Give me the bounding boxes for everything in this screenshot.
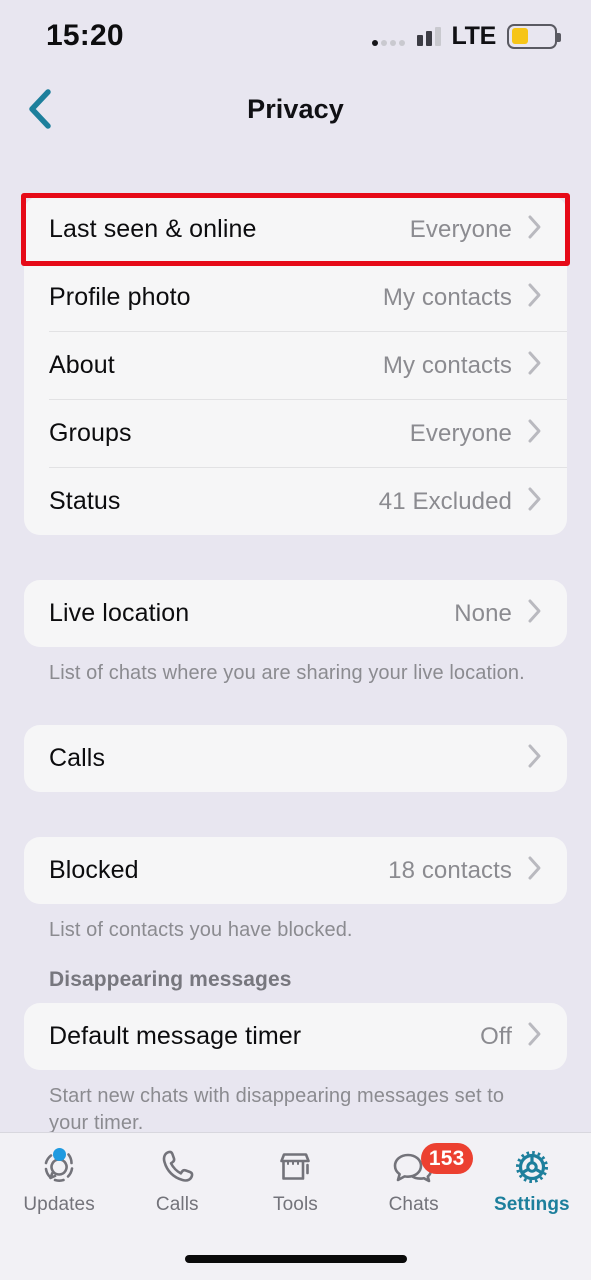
row-live-location[interactable]: Live location None [24,580,567,647]
tab-label: Calls [155,1194,199,1215]
section-disappearing-messages: Default message timer Off [24,1003,567,1070]
row-label: Last seen & online [49,215,257,243]
row-value: My contacts [382,351,512,379]
chevron-right-icon [527,486,543,517]
status-indicators: LTE [371,21,561,51]
phone-icon [156,1144,198,1190]
cellular-signal-icon [371,26,405,46]
row-label: Default message timer [49,1022,302,1050]
chevron-right-icon [527,855,543,886]
tab-calls[interactable]: Calls [121,1144,233,1216]
row-label: Profile photo [49,283,191,311]
tab-label: Updates [23,1194,95,1215]
chevron-right-icon [527,282,543,313]
tab-label: Settings [493,1194,570,1215]
row-label: Status [49,487,121,515]
status-bar: 15:20 LTE [0,0,591,72]
tab-chats[interactable]: 153 Chats [358,1143,473,1216]
row-profile-photo[interactable]: Profile photo My contacts [24,264,567,331]
tab-updates[interactable]: Updates [3,1144,115,1216]
updates-unread-dot [53,1148,67,1161]
network-type-label: LTE [451,21,497,50]
row-blocked[interactable]: Blocked 18 contacts [24,837,567,904]
settings-list: Last seen & online Everyone Profile phot… [0,146,591,1132]
chevron-right-icon [527,743,543,774]
row-value: Off [480,1022,512,1050]
row-label: About [49,351,115,379]
row-about[interactable]: About My contacts [24,332,567,399]
caption-blocked: List of contacts you have blocked. [49,919,353,941]
row-last-seen-online[interactable]: Last seen & online Everyone [24,196,567,263]
chat-bubbles-icon: 153 [391,1143,473,1190]
row-value: Everyone [409,215,512,243]
tab-label: Chats [388,1194,439,1215]
tab-tools[interactable]: Tools [239,1144,351,1216]
cellular-bars-icon [416,26,441,46]
chevron-left-icon [26,88,52,130]
row-label: Blocked [49,856,139,884]
status-clock: 15:20 [46,19,124,52]
row-value: Everyone [409,419,512,447]
home-indicator[interactable] [184,1255,407,1263]
section-header-disappearing-messages: Disappearing messages [49,968,292,991]
updates-status-icon [38,1144,80,1190]
chevron-right-icon [527,214,543,245]
section-calls: Calls [24,725,567,792]
row-label: Groups [49,419,132,447]
row-status[interactable]: Status 41 Excluded [24,468,567,535]
page-title: Privacy [247,93,344,124]
chevron-right-icon [527,418,543,449]
home-indicator-area [0,1238,591,1280]
chevron-right-icon [527,598,543,629]
gear-icon [510,1144,554,1190]
battery-icon [507,23,561,49]
chats-unread-badge: 153 [420,1143,473,1174]
row-value: None [454,599,512,627]
section-visibility: Last seen & online Everyone Profile phot… [24,196,567,535]
row-value: 41 Excluded [378,487,512,515]
phone-screen: 15:20 LTE Privacy Last seen & online Eve… [0,0,591,1280]
chevron-right-icon [527,1021,543,1052]
back-button[interactable] [8,72,70,146]
nav-bar: Privacy [0,72,591,146]
row-default-message-timer[interactable]: Default message timer Off [24,1003,567,1070]
row-value: 18 contacts [388,856,512,884]
row-label: Live location [49,599,190,627]
section-live-location: Live location None [24,580,567,647]
row-label: Calls [49,744,106,772]
caption-live-location: List of chats where you are sharing your… [49,662,525,684]
row-groups[interactable]: Groups Everyone [24,400,567,467]
tab-settings[interactable]: Settings [476,1144,588,1216]
bottom-tab-bar: Updates Calls Tools 153 Chats Settings [0,1132,591,1238]
row-calls[interactable]: Calls [24,725,567,792]
row-value: My contacts [382,283,512,311]
storefront-icon [274,1144,316,1190]
caption-disappearing-messages: Start new chats with disappearing messag… [49,1085,505,1132]
tab-label: Tools [273,1194,318,1215]
chevron-right-icon [527,350,543,381]
section-blocked: Blocked 18 contacts [24,837,567,904]
